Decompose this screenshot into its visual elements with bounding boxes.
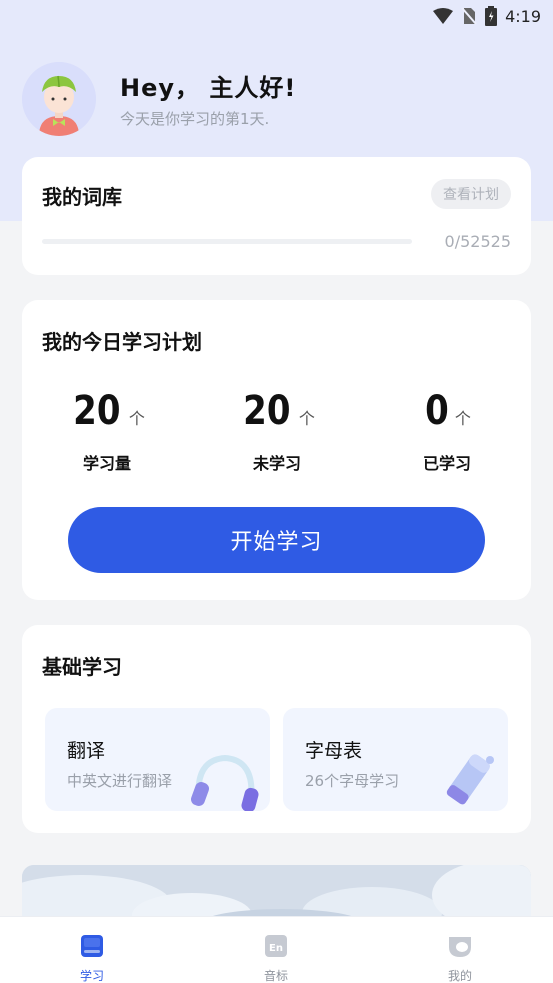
basic-learning-title: 基础学习 — [42, 655, 122, 679]
stat-label: 已学习 — [422, 454, 471, 473]
today-plan-card: 我的今日学习计划 20 个 学习量 20 个 未学习 0个 已学习 开始学习 — [22, 300, 531, 600]
stat-not-studied: 20 个 未学习 — [202, 388, 352, 473]
tile-title: 翻译 — [67, 740, 106, 762]
stat-label: 未学习 — [252, 454, 301, 473]
vocab-progress-text: 0/52525 — [444, 232, 511, 251]
status-time: 4:19 — [505, 6, 541, 26]
tab-mine[interactable]: 我的 — [400, 917, 520, 983]
greeting-title: Hey， 主人好! — [120, 74, 297, 102]
headphones-icon — [191, 754, 259, 811]
stat-unit: 个 — [298, 409, 315, 428]
tile-subtitle: 26个字母学习 — [305, 772, 400, 790]
view-plan-button[interactable]: 查看计划 — [431, 179, 511, 209]
basic-learning-card: 基础学习 翻译 中英文进行翻译 字母表 26个字母学习 — [22, 625, 531, 833]
tab-label: 学习 — [79, 969, 104, 983]
stat-studied: 0个 已学习 — [372, 388, 522, 473]
avatar[interactable] — [22, 62, 96, 136]
battery-icon — [485, 6, 498, 26]
tab-label: 音标 — [263, 969, 288, 983]
tab-phonetics[interactable]: En 音标 — [216, 917, 336, 983]
stat-value: 0 — [425, 388, 449, 434]
translate-tile[interactable]: 翻译 中英文进行翻译 — [45, 708, 270, 811]
start-learning-button[interactable]: 开始学习 — [68, 507, 485, 573]
stat-unit: 个 — [454, 409, 471, 428]
tab-label: 我的 — [447, 969, 472, 983]
vocab-card: 我的词库 查看计划 0/52525 — [22, 157, 531, 275]
tile-title: 字母表 — [305, 740, 363, 762]
tile-subtitle: 中英文进行翻译 — [67, 772, 173, 790]
profile-icon — [449, 937, 471, 957]
book-icon — [81, 935, 103, 957]
en-phonetic-icon: En — [265, 935, 287, 957]
stat-label: 学习量 — [82, 454, 131, 473]
stat-value: 20 — [243, 388, 291, 434]
alphabet-tile[interactable]: 字母表 26个字母学习 — [283, 708, 508, 811]
vocab-progress-bar — [42, 239, 412, 244]
greeting-subtitle: 今天是你学习的第1天. — [120, 110, 270, 128]
status-bar: 4:19 — [0, 0, 553, 32]
pencil-icon — [446, 754, 494, 805]
avatar-illustration — [22, 62, 96, 136]
svg-text:En: En — [269, 943, 283, 954]
stat-study-amount: 20 个 学习量 — [32, 388, 182, 473]
stat-unit: 个 — [128, 409, 145, 428]
today-plan-title: 我的今日学习计划 — [42, 330, 202, 354]
vocab-card-title: 我的词库 — [42, 185, 122, 209]
wifi-icon — [433, 8, 454, 24]
tab-study[interactable]: 学习 — [32, 917, 152, 983]
bottom-tab-bar: 学习 En 音标 我的 — [0, 916, 553, 983]
no-sim-icon — [461, 7, 477, 25]
stat-value: 20 — [73, 388, 121, 434]
